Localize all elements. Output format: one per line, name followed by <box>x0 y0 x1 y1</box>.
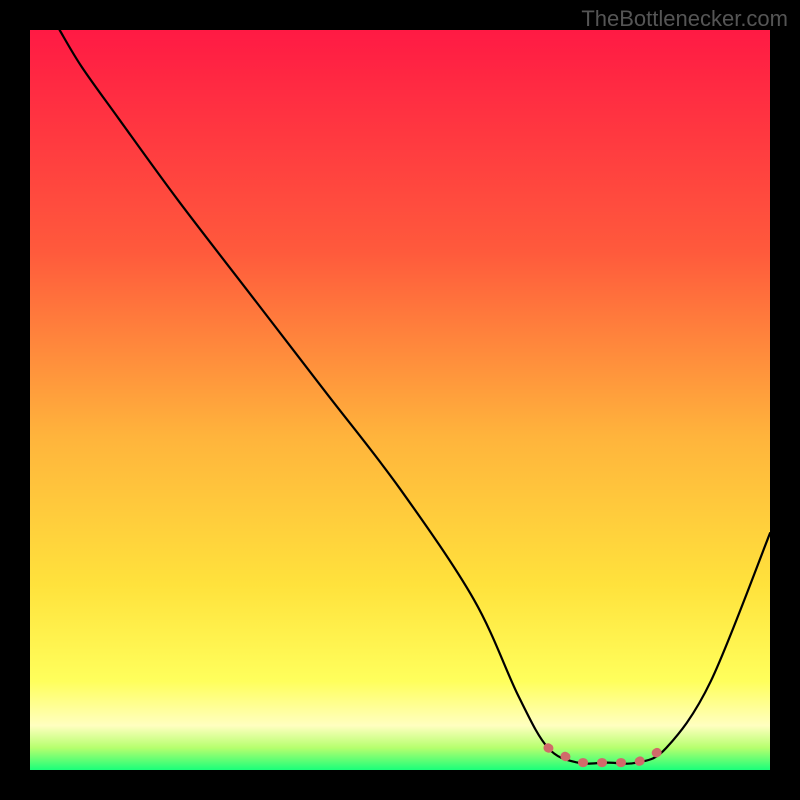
curve-layer <box>30 30 770 770</box>
plot-area <box>30 30 770 770</box>
chart-container: TheBottlenecker.com <box>0 0 800 800</box>
bottleneck-curve <box>60 30 770 764</box>
watermark-text: TheBottlenecker.com <box>581 6 788 32</box>
